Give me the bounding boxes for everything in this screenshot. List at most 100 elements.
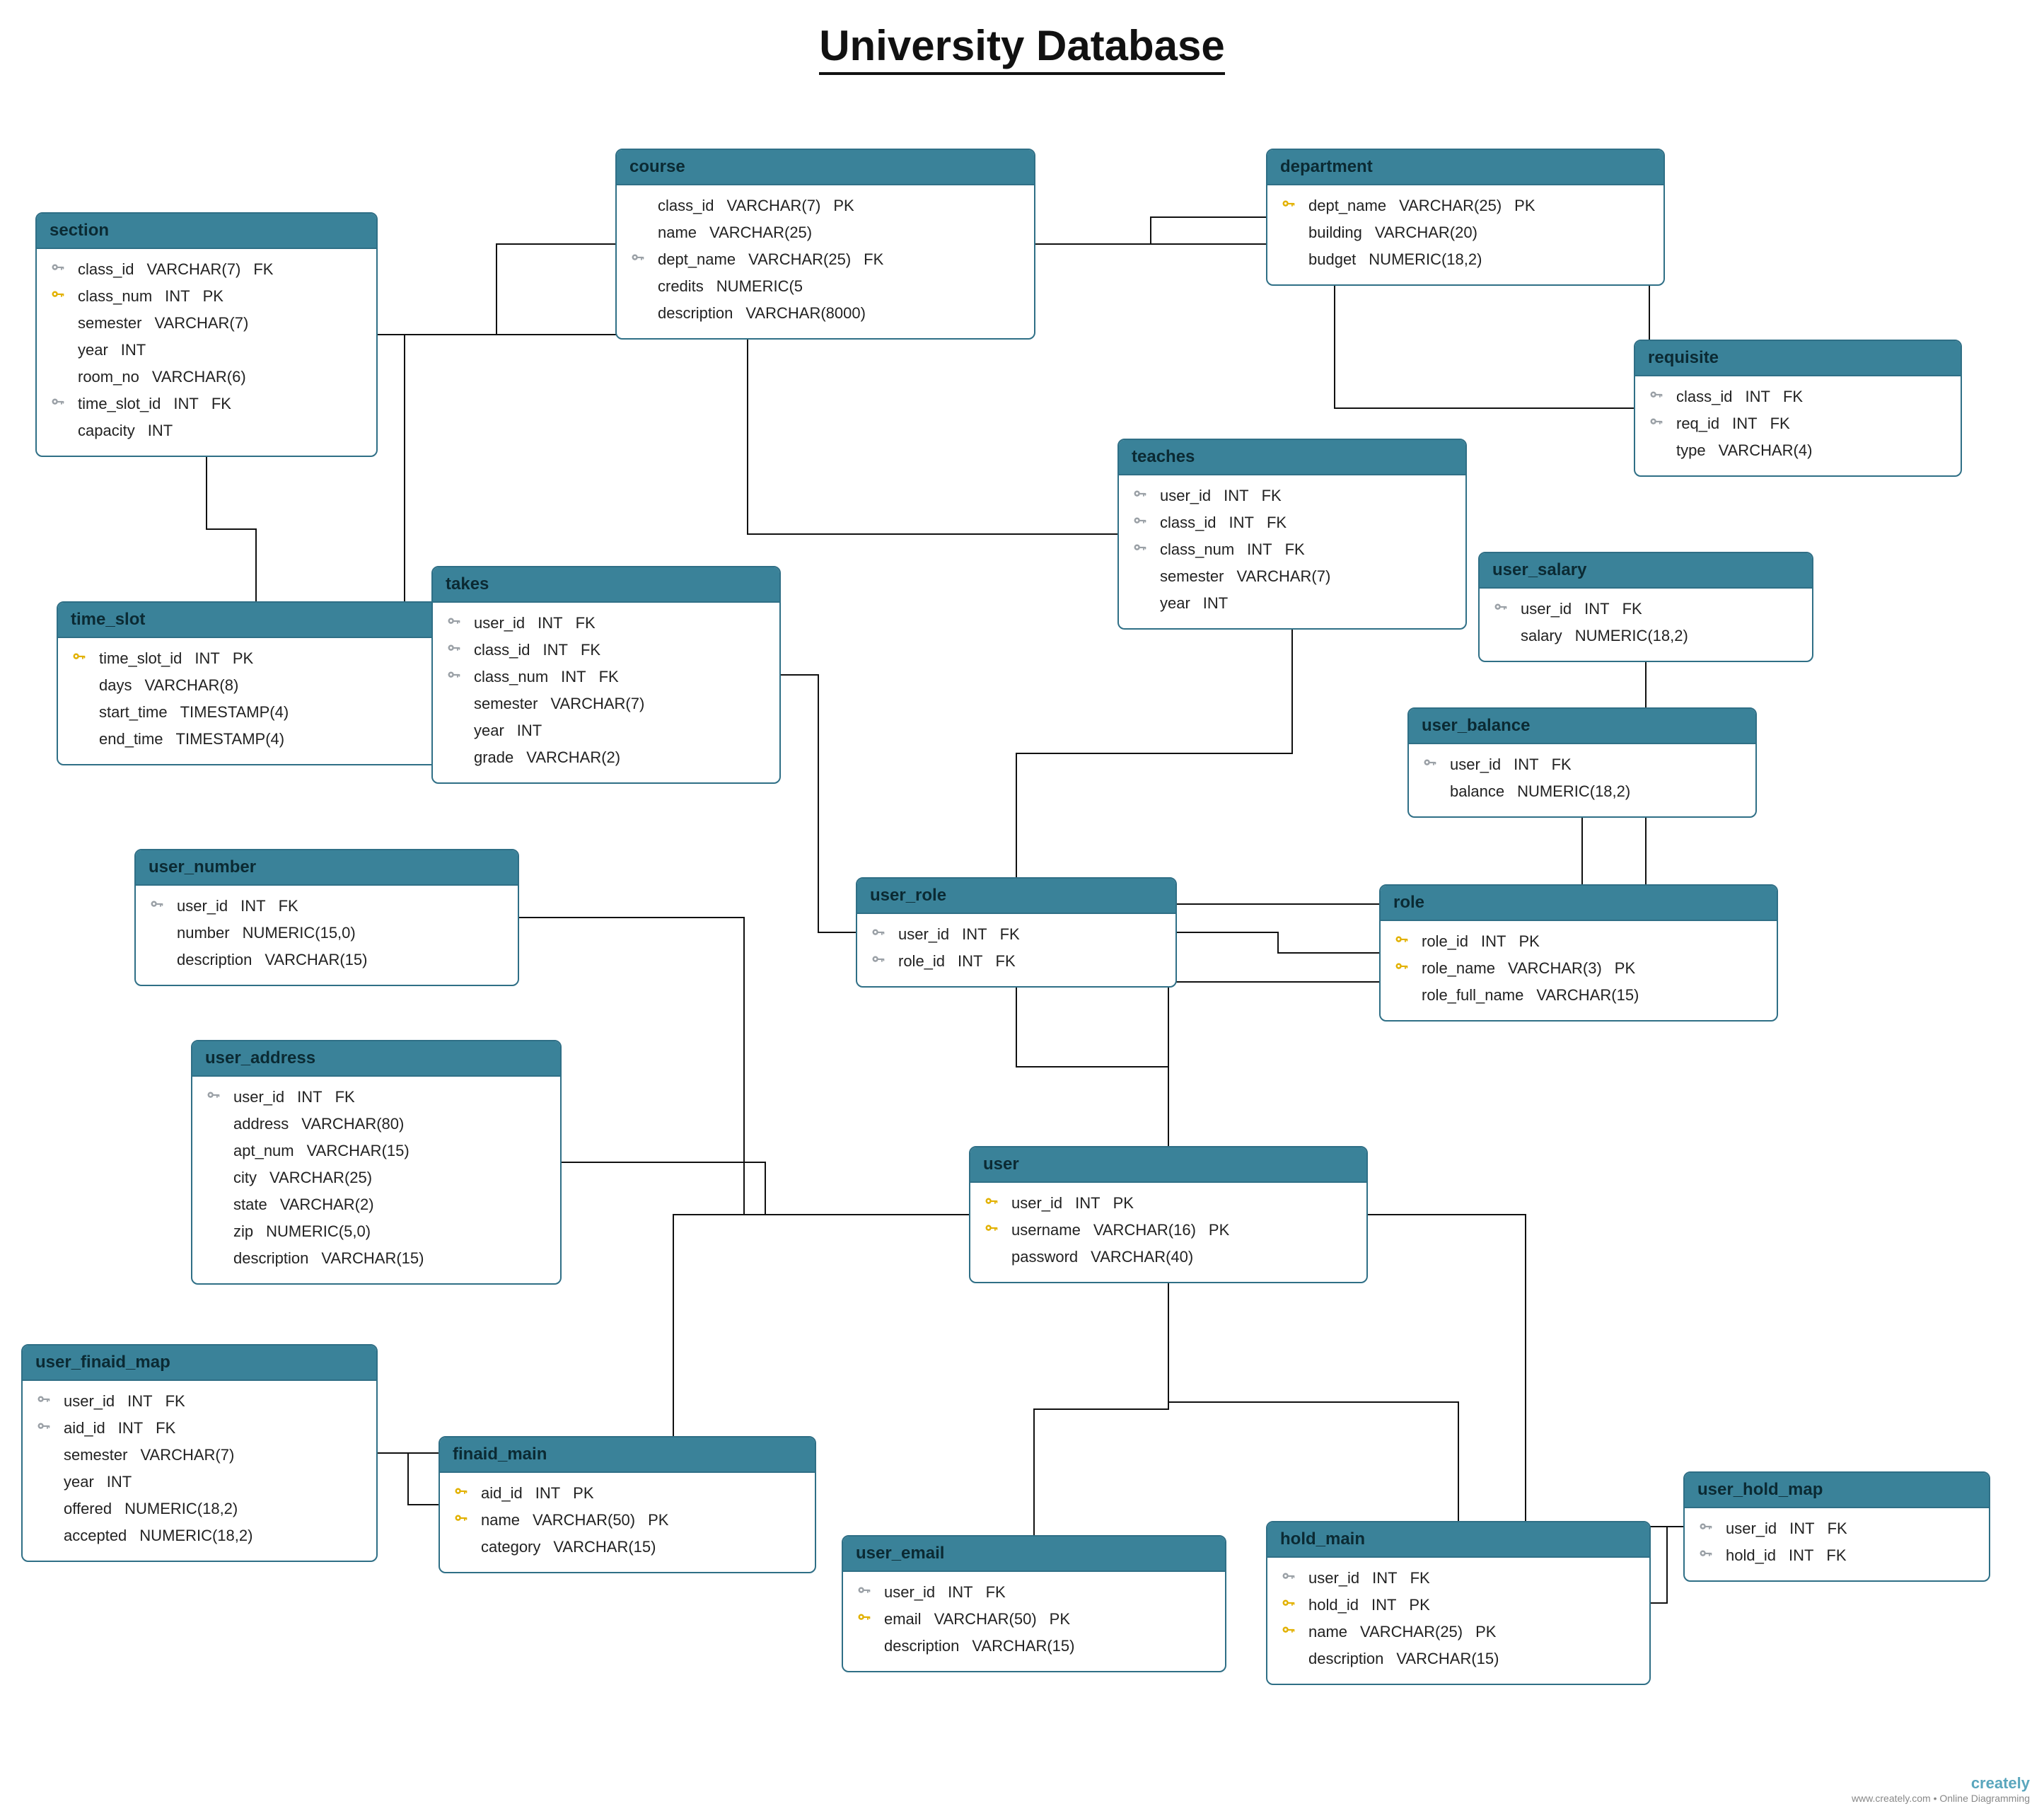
table-user_balance: user_balance user_id INT FK balance NUME… [1407, 707, 1757, 818]
table-header: role [1381, 886, 1777, 921]
field-keyflag: FK [1262, 487, 1282, 505]
field-name: room_no [78, 368, 139, 386]
field-name: hold_id [1308, 1596, 1359, 1614]
field-name: salary [1521, 627, 1562, 645]
field-type: INT [1514, 756, 1538, 774]
field-keyflag: FK [1267, 514, 1287, 532]
field-name: state [233, 1196, 267, 1214]
field-name: class_id [1676, 388, 1732, 406]
field-type: NUMERIC(18,2) [124, 1500, 238, 1518]
table-requisite: requisite class_id INT FK req_id INT FK … [1634, 340, 1962, 477]
field-row: year INT [33, 1469, 366, 1495]
field-keyflag: PK [1615, 959, 1635, 978]
field-type: INT [561, 668, 586, 686]
fk-key-icon [446, 642, 461, 658]
field-type: NUMERIC(18,2) [1517, 782, 1630, 801]
field-type: VARCHAR(15) [972, 1637, 1074, 1655]
field-type: INT [118, 1419, 143, 1437]
field-type: INT [165, 287, 190, 306]
field-name: aid_id [481, 1484, 523, 1503]
field-name: user_id [64, 1392, 115, 1411]
field-keyflag: PK [1514, 197, 1535, 215]
field-name: address [233, 1115, 289, 1133]
field-keyflag: FK [1828, 1520, 1847, 1538]
field-name: hold_id [1726, 1546, 1776, 1565]
field-name: dept_name [658, 250, 736, 269]
table-header: hold_main [1267, 1522, 1649, 1558]
field-row: user_id INT FK [1695, 1515, 1979, 1542]
table-header: user_balance [1409, 709, 1755, 744]
table-time_slot: time_slot time_slot_id INT PK days VARCH… [57, 601, 455, 765]
field-row: class_num INT FK [1129, 536, 1456, 563]
pk-key-icon [453, 1512, 468, 1528]
field-name: class_num [1160, 540, 1234, 559]
field-type: INT [1229, 514, 1253, 532]
field-row: dept_name VARCHAR(25) PK [1277, 192, 1654, 219]
field-row: time_slot_id INT FK [47, 390, 366, 417]
field-type: VARCHAR(15) [307, 1142, 410, 1160]
field-name: category [481, 1538, 540, 1556]
field-row: aid_id INT FK [33, 1415, 366, 1442]
field-row: user_id INT FK [1490, 596, 1802, 623]
field-keyflag: FK [279, 897, 298, 915]
field-keyflag: FK [986, 1583, 1006, 1602]
field-type: NUMERIC(18,2) [139, 1527, 252, 1545]
field-row: dept_name VARCHAR(25) FK [627, 246, 1024, 273]
table-header: user_salary [1480, 553, 1812, 589]
field-keyflag: PK [1050, 1610, 1070, 1628]
field-name: password [1011, 1248, 1078, 1266]
field-row: email VARCHAR(50) PK [853, 1606, 1215, 1633]
field-row: description VARCHAR(15) [1277, 1645, 1639, 1672]
field-name: semester [474, 695, 538, 713]
table-header: user_address [192, 1041, 560, 1077]
field-type: INT [127, 1392, 152, 1411]
field-row: hold_id INT PK [1277, 1592, 1639, 1619]
field-row: year INT [1129, 590, 1456, 617]
field-name: class_id [658, 197, 714, 215]
field-row: user_id INT FK [443, 610, 770, 637]
field-name: year [78, 341, 108, 359]
table-body: class_id VARCHAR(7) PK name VARCHAR(25) … [617, 185, 1034, 338]
field-type: VARCHAR(25) [709, 224, 812, 242]
field-type: INT [1732, 415, 1757, 433]
field-keyflag: FK [211, 395, 231, 413]
field-type: VARCHAR(4) [1719, 441, 1813, 460]
field-name: description [177, 951, 252, 969]
field-name: role_id [898, 952, 945, 971]
table-body: user_id INT FK email VARCHAR(50) PK desc… [843, 1572, 1225, 1671]
field-name: year [474, 722, 504, 740]
field-row: address VARCHAR(80) [202, 1111, 550, 1138]
field-name: description [233, 1249, 308, 1268]
field-row: description VARCHAR(15) [146, 947, 508, 973]
table-user_role: user_role user_id INT FK role_id INT FK [856, 877, 1177, 988]
field-row: balance NUMERIC(18,2) [1419, 778, 1746, 805]
field-type: INT [173, 395, 198, 413]
fk-key-icon [1422, 757, 1437, 773]
table-section: section class_id VARCHAR(7) FK class_num… [35, 212, 378, 457]
field-name: class_id [1160, 514, 1216, 532]
field-row: apt_num VARCHAR(15) [202, 1138, 550, 1164]
field-name: user_id [1011, 1194, 1062, 1213]
table-teaches: teaches user_id INT FK class_id INT FK [1117, 439, 1467, 630]
table-body: user_id INT FK aid_id INT FK semester VA… [23, 1381, 376, 1561]
field-type: NUMERIC(15,0) [243, 924, 356, 942]
field-name: city [233, 1169, 257, 1187]
field-name: user_id [1308, 1569, 1359, 1587]
field-name: aid_id [64, 1419, 105, 1437]
field-type: INT [1789, 1520, 1814, 1538]
table-user_email: user_email user_id INT FK email VARCHAR(… [842, 1535, 1226, 1672]
field-type: INT [535, 1484, 560, 1503]
field-row: room_no VARCHAR(6) [47, 364, 366, 390]
field-row: days VARCHAR(8) [68, 672, 444, 699]
field-row: offered NUMERIC(18,2) [33, 1495, 366, 1522]
field-name: class_num [474, 668, 548, 686]
field-type: VARCHAR(15) [1396, 1650, 1499, 1668]
pk-key-icon [71, 651, 86, 666]
field-row: req_id INT FK [1645, 410, 1951, 437]
field-type: INT [1203, 594, 1228, 613]
fk-key-icon [149, 898, 164, 914]
field-type: VARCHAR(7) [726, 197, 820, 215]
fk-key-icon [205, 1089, 221, 1105]
field-row: salary NUMERIC(18,2) [1490, 623, 1802, 649]
table-body: user_id INT FK role_id INT FK [857, 914, 1175, 986]
